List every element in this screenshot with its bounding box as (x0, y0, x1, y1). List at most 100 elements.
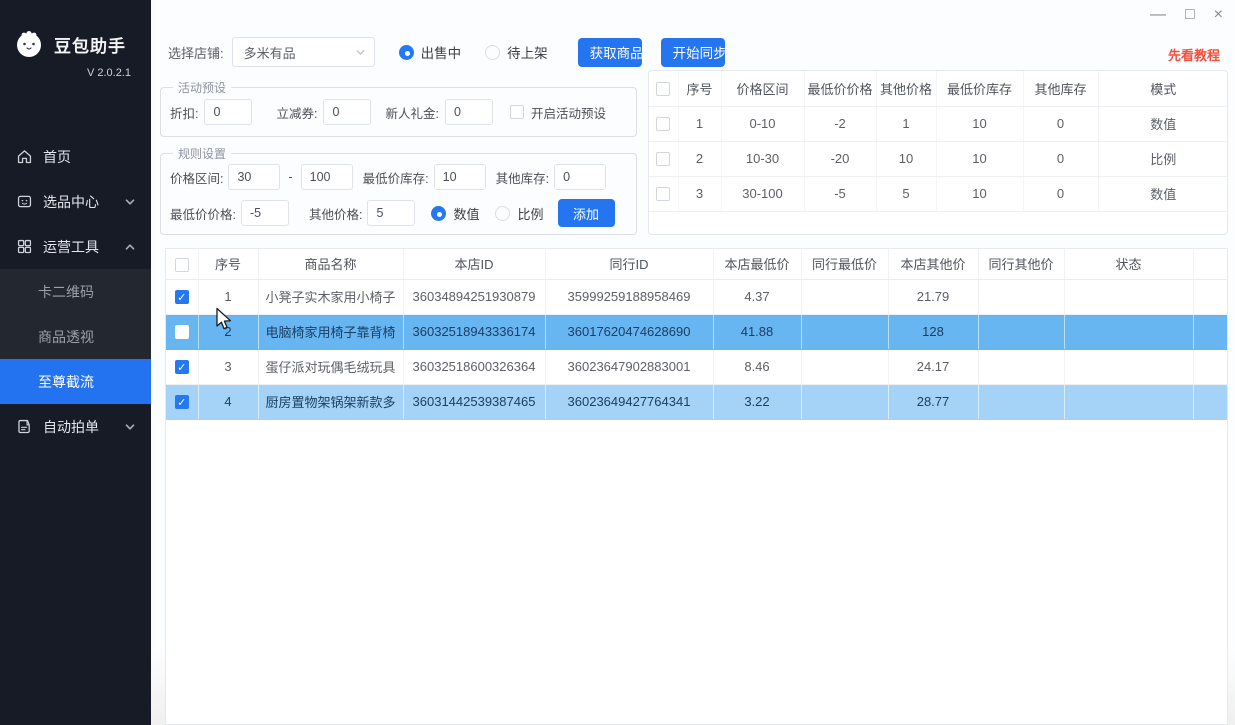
other-price-label: 其他价格: (309, 204, 362, 223)
cell-checkbox (649, 141, 678, 176)
tutorial-link[interactable]: 先看教程 (1168, 45, 1220, 64)
cell-min-stock: 10 (936, 106, 1023, 141)
rule-row[interactable]: 2 10-30 -20 10 10 0 比例 (649, 141, 1228, 176)
add-rule-button[interactable]: 添加 (558, 199, 615, 227)
cell-shop-other: 21.79 (888, 279, 978, 314)
row-checkbox[interactable] (175, 395, 189, 409)
row-checkbox[interactable] (656, 152, 670, 166)
sidebar-item-product-perspective[interactable]: 商品透视 (0, 314, 151, 359)
column-header: 本店其他价 (888, 249, 978, 279)
shop-select[interactable]: 多米有品 (232, 37, 375, 67)
sidebar-item-supreme-intercept[interactable]: 至尊截流 (0, 359, 151, 404)
sidebar-item-ops-tools[interactable]: 运营工具 (0, 224, 151, 269)
min-stock-input[interactable]: 10 (434, 164, 486, 190)
coupon-label: 立减券: (276, 103, 317, 122)
min-price-label: 最低价价格: (170, 204, 236, 223)
price-max-input[interactable]: 100 (301, 164, 353, 190)
other-price-input[interactable]: 5 (367, 200, 415, 226)
radio-pending-control[interactable] (485, 45, 500, 60)
minimize-button[interactable]: — (1150, 5, 1166, 25)
cell-other-stock: 0 (1023, 176, 1098, 211)
sidebar-item-product-center[interactable]: 选品中心 (0, 179, 151, 224)
radio-onsale[interactable]: 出售中 (399, 42, 462, 62)
sidebar-item-home[interactable]: 首页 (0, 134, 151, 179)
cell-seq: 4 (198, 384, 258, 419)
radio-ratio[interactable]: 比例 (495, 204, 543, 223)
maximize-button[interactable]: □ (1185, 5, 1195, 25)
sidebar-menu: 首页 选品中心 运营工具 卡二维码 商品透视 (0, 134, 151, 449)
rule-row[interactable]: 1 0-10 -2 1 10 0 数值 (649, 106, 1228, 141)
select-all-checkbox[interactable] (175, 258, 189, 272)
coupon-input[interactable]: 0 (323, 99, 371, 125)
row-checkbox[interactable] (656, 117, 670, 131)
cell-checkbox (166, 349, 198, 384)
product-center-icon (16, 193, 33, 210)
fetch-products-button[interactable]: 获取商品 (578, 38, 642, 67)
other-stock-input[interactable]: 0 (554, 164, 606, 190)
cell-seq: 3 (198, 349, 258, 384)
radio-pending-label: 待上架 (507, 42, 548, 62)
cell-other-price: 5 (876, 176, 936, 211)
cell-mode: 数值 (1098, 176, 1228, 211)
min-price-input[interactable]: -5 (241, 200, 289, 226)
cell-peer-id: 36023649427764341 (545, 384, 713, 419)
cell-range: 30-100 (721, 176, 804, 211)
cell-name: 电脑椅家用椅子靠背椅 (258, 314, 403, 349)
cell-mode: 比例 (1098, 141, 1228, 176)
radio-numeric-control[interactable] (431, 206, 446, 221)
row-checkbox[interactable] (175, 360, 189, 374)
column-header-filler (1193, 249, 1227, 279)
sidebar-item-label: 运营工具 (43, 237, 99, 257)
radio-pending[interactable]: 待上架 (485, 42, 548, 62)
sidebar-item-label: 首页 (43, 147, 71, 167)
start-sync-button[interactable]: 开始同步 (661, 38, 725, 67)
discount-input[interactable]: 0 (204, 99, 252, 125)
chevron-down-icon (355, 47, 366, 58)
enable-preset-checkbox[interactable] (510, 105, 524, 119)
rule-settings-panel: 规则设置 价格区间: 30 - 100 最低价库存: 10 其他库存: 0 最低… (160, 145, 637, 235)
cell-other-stock: 0 (1023, 106, 1098, 141)
activity-preset-legend: 活动预设 (173, 79, 231, 96)
cell-checkbox (166, 314, 198, 349)
row-checkbox[interactable] (175, 290, 189, 304)
rule-row[interactable]: 3 30-100 -5 5 10 0 数值 (649, 176, 1228, 211)
cell-seq: 2 (198, 314, 258, 349)
rules-table-panel: 序号 价格区间 最低价价格 其他价格 最低价库存 其他库存 模式 1 0-10 … (648, 70, 1228, 235)
product-row[interactable]: 2 电脑椅家用椅子靠背椅 36032518943336174 360176204… (166, 314, 1227, 349)
row-checkbox[interactable] (175, 325, 189, 339)
cell-status (1064, 384, 1193, 419)
app-window: { "window": { "minimize": "—", "maximize… (0, 0, 1235, 725)
radio-numeric[interactable]: 数值 (431, 204, 479, 223)
sidebar-item-qr-code[interactable]: 卡二维码 (0, 269, 151, 314)
select-all-checkbox[interactable] (656, 82, 670, 96)
cell-shop-id: 36032518600326364 (403, 349, 545, 384)
radio-ratio-control[interactable] (495, 206, 510, 221)
gift-label: 新人礼金: (385, 103, 438, 122)
product-row[interactable]: 1 小凳子实木家用小椅子 36034894251930879 359992591… (166, 279, 1227, 314)
column-header: 同行最低价 (801, 249, 888, 279)
close-button[interactable]: × (1214, 5, 1223, 25)
rules-table: 序号 价格区间 最低价价格 其他价格 最低价库存 其他库存 模式 1 0-10 … (649, 71, 1228, 212)
product-row[interactable]: 4 厨房置物架锅架新款多 36031442539387465 360236494… (166, 384, 1227, 419)
row-checkbox[interactable] (656, 187, 670, 201)
price-min-input[interactable]: 30 (228, 164, 280, 190)
cell-name: 蛋仔派对玩偶毛绒玩具 (258, 349, 403, 384)
cell-shop-min: 8.46 (713, 349, 801, 384)
cell-seq: 3 (678, 176, 721, 211)
header-checkbox-cell (649, 71, 678, 106)
radio-onsale-control[interactable] (399, 45, 414, 60)
home-icon (16, 148, 33, 165)
cell-checkbox (649, 176, 678, 211)
cell-peer-min (801, 349, 888, 384)
product-row[interactable]: 3 蛋仔派对玩偶毛绒玩具 36032518600326364 360236479… (166, 349, 1227, 384)
cell-peer-other (978, 314, 1064, 349)
cell-shop-id: 36031442539387465 (403, 384, 545, 419)
app-title: 豆包助手 (54, 32, 126, 57)
app-logo: 豆包助手 (0, 0, 151, 60)
cell-filler (1193, 384, 1227, 419)
cell-min-stock: 10 (936, 176, 1023, 211)
cell-shop-other: 28.77 (888, 384, 978, 419)
gift-input[interactable]: 0 (445, 99, 493, 125)
sidebar-item-auto-order[interactable]: 自动拍单 (0, 404, 151, 449)
cell-seq: 2 (678, 141, 721, 176)
